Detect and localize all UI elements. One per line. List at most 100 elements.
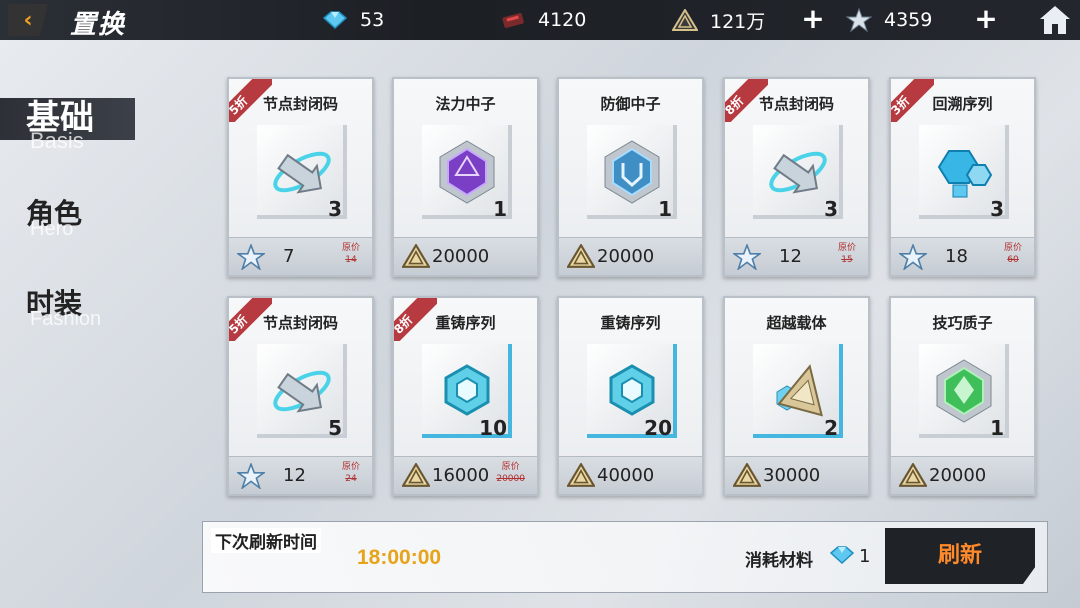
item-quantity: 20 bbox=[644, 416, 672, 440]
item-name: 技巧质子 bbox=[932, 314, 993, 332]
price-bar: 12 原价 15 bbox=[725, 237, 868, 275]
home-icon bbox=[1040, 6, 1070, 34]
price-bar: 16000 原价 20000 bbox=[394, 456, 537, 494]
back-button[interactable]: ‹ bbox=[8, 4, 48, 36]
crystal-resource: 53 bbox=[322, 0, 384, 40]
item-quantity: 3 bbox=[990, 197, 1004, 221]
home-button[interactable] bbox=[1038, 4, 1072, 36]
item-price: 20000 bbox=[597, 246, 655, 267]
blue-defense-neutron-icon bbox=[597, 137, 667, 211]
node-seal-code-icon bbox=[267, 137, 337, 211]
shop-item-card[interactable]: 节点封闭码 3 7 原价 14 5折 bbox=[227, 77, 374, 277]
tab-hero[interactable]: 角色 Hero bbox=[26, 192, 82, 240]
tab-fashion[interactable]: 时装 Fashion bbox=[26, 282, 101, 330]
item-quantity: 5 bbox=[328, 416, 342, 440]
discount-badge: 5折 bbox=[229, 79, 272, 122]
discount-label: 3折 bbox=[891, 79, 934, 122]
price-bar: 20000 bbox=[891, 456, 1034, 494]
item-quantity: 3 bbox=[328, 197, 342, 221]
shop-item-card[interactable]: 防御中子 1 20000 bbox=[557, 77, 704, 277]
discount-badge: 5折 bbox=[229, 298, 272, 341]
plus-icon: + bbox=[974, 2, 998, 35]
shop-item-card[interactable]: 节点封闭码 3 12 原价 15 8折 bbox=[723, 77, 870, 277]
price-bar: 18 原价 60 bbox=[891, 237, 1034, 275]
gold-triangle-coin-icon bbox=[401, 243, 431, 270]
gold-triangle-coin-icon bbox=[401, 462, 431, 489]
chip-count: 4120 bbox=[538, 9, 587, 31]
node-seal-code-icon bbox=[763, 137, 833, 211]
gold-triangle-coin-icon bbox=[566, 243, 596, 270]
discount-badge: 3折 bbox=[891, 79, 934, 122]
tab-label-en: Hero bbox=[30, 218, 74, 240]
back-arrow-icon: ‹ bbox=[23, 7, 33, 33]
item-price: 12 bbox=[779, 246, 802, 267]
add-coin-button[interactable]: + bbox=[801, 5, 825, 33]
price-bar: 20000 bbox=[559, 237, 702, 275]
shop-item-card[interactable]: 回溯序列 3 18 原价 60 3折 bbox=[889, 77, 1036, 277]
coin-resource: 121万 bbox=[672, 0, 765, 40]
star-count: 4359 bbox=[884, 9, 933, 31]
original-price: 原价 14 bbox=[342, 242, 360, 266]
gold-triangle-coin-icon bbox=[898, 462, 928, 489]
item-name: 重铸序列 bbox=[600, 314, 661, 332]
gold-triangle-coin-icon bbox=[672, 9, 698, 31]
star-resource: 4359 bbox=[846, 0, 932, 40]
refresh-panel: 下次刷新时间 18:00:00 消耗材料 1 刷新 bbox=[202, 521, 1048, 593]
original-price-value: 15 bbox=[841, 255, 853, 265]
shop-item-card[interactable]: 节点封闭码 5 12 原价 24 5折 bbox=[227, 296, 374, 496]
next-refresh-time: 18:00:00 bbox=[357, 546, 442, 569]
price-bar: 30000 bbox=[725, 456, 868, 494]
discount-badge: 8折 bbox=[394, 298, 437, 341]
price-bar: 7 原价 14 bbox=[229, 237, 372, 275]
original-price-label: 原价 bbox=[501, 462, 520, 472]
item-quantity: 2 bbox=[824, 416, 838, 440]
node-seal-code-icon bbox=[267, 356, 337, 430]
top-bar: ‹ 置换 53 4120 121万 + 4359 + bbox=[0, 0, 1080, 40]
item-quantity: 1 bbox=[493, 197, 507, 221]
original-price-label: 原价 bbox=[341, 243, 360, 253]
tab-basis[interactable]: 基础 Basis bbox=[26, 90, 94, 153]
original-price: 原价 15 bbox=[838, 242, 856, 266]
item-price: 40000 bbox=[597, 465, 655, 486]
category-sidebar: 基础 Basis 角色 Hero 时装 Fashion bbox=[0, 40, 200, 608]
discount-badge: 8折 bbox=[725, 79, 768, 122]
silver-star-icon bbox=[731, 242, 763, 272]
price-bar: 40000 bbox=[559, 456, 702, 494]
item-quantity: 1 bbox=[658, 197, 672, 221]
item-quantity: 10 bbox=[479, 416, 507, 440]
item-quantity: 1 bbox=[990, 416, 1004, 440]
original-price: 原价 20000 bbox=[496, 461, 525, 485]
discount-label: 8折 bbox=[394, 298, 437, 341]
blue-crystal-icon bbox=[829, 544, 855, 566]
crystal-count: 53 bbox=[360, 9, 385, 31]
add-star-button[interactable]: + bbox=[974, 5, 998, 33]
shop-item-card[interactable]: 技巧质子 1 20000 bbox=[889, 296, 1036, 496]
original-price-value: 60 bbox=[1007, 255, 1019, 265]
shop-item-card[interactable]: 重铸序列 10 16000 原价 20000 8折 bbox=[392, 296, 539, 496]
purple-mana-neutron-icon bbox=[432, 137, 502, 211]
silver-star-icon bbox=[846, 8, 872, 32]
shop-item-card[interactable]: 法力中子 1 20000 bbox=[392, 77, 539, 277]
silver-star-icon bbox=[235, 242, 267, 272]
next-refresh-label: 下次刷新时间 bbox=[211, 528, 321, 553]
item-quantity: 3 bbox=[824, 197, 838, 221]
tab-label-en: Basis bbox=[30, 128, 84, 153]
item-price: 20000 bbox=[432, 246, 490, 267]
discount-label: 8折 bbox=[725, 79, 768, 122]
original-price-value: 20000 bbox=[496, 474, 525, 484]
refresh-button[interactable]: 刷新 bbox=[885, 528, 1035, 584]
original-price-label: 原价 bbox=[837, 243, 856, 253]
item-name: 超越载体 bbox=[766, 314, 827, 332]
original-price-value: 24 bbox=[345, 474, 357, 484]
original-price: 原价 24 bbox=[342, 461, 360, 485]
item-price: 18 bbox=[945, 246, 968, 267]
transcend-carrier-icon bbox=[763, 356, 833, 430]
shop-item-card[interactable]: 重铸序列 20 40000 bbox=[557, 296, 704, 496]
price-bar: 12 原价 24 bbox=[229, 456, 372, 494]
plus-icon: + bbox=[801, 2, 825, 35]
item-price: 7 bbox=[283, 246, 295, 267]
cost-label: 消耗材料 bbox=[745, 551, 813, 571]
shop-item-card[interactable]: 超越载体 2 30000 bbox=[723, 296, 870, 496]
original-price-label: 原价 bbox=[341, 462, 360, 472]
original-price-label: 原价 bbox=[1003, 243, 1022, 253]
